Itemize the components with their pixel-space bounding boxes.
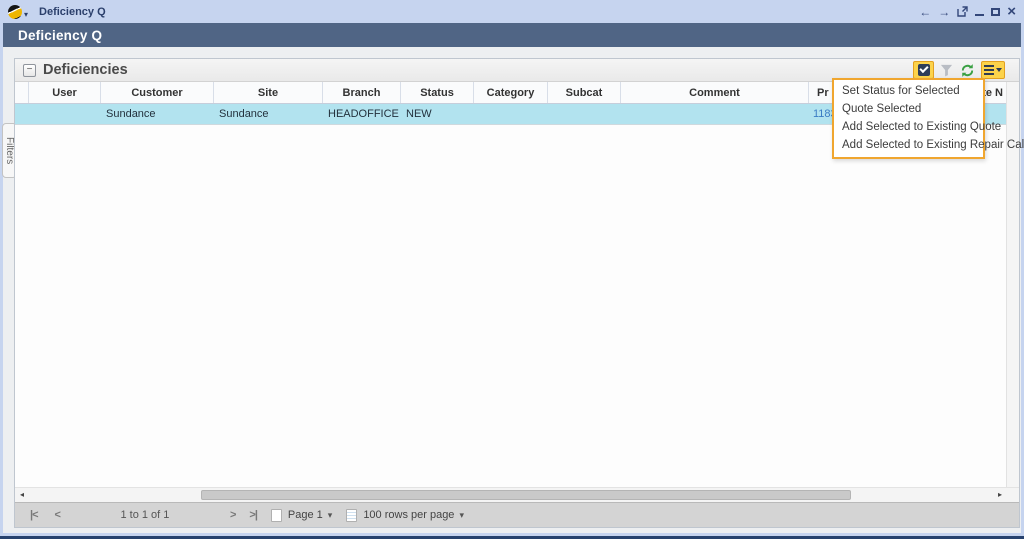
column-header-site[interactable]: Site — [214, 82, 323, 103]
page-title: Deficiency Q — [18, 28, 102, 43]
panel-title: Deficiencies — [43, 62, 128, 78]
page-selector-caret-icon[interactable]: ▾ — [328, 510, 333, 521]
menu-item-add-to-existing-repair-call[interactable]: Add Selected to Existing Repair Call — [834, 136, 983, 154]
column-header-user[interactable]: User — [29, 82, 101, 103]
scroll-right-icon[interactable]: ▸ — [998, 490, 1002, 499]
row-range-label: 1 to 1 of 1 — [70, 509, 220, 521]
actions-menu-button[interactable] — [981, 61, 1005, 79]
cell-subcat — [548, 104, 621, 124]
column-header-subcat[interactable]: Subcat — [548, 82, 621, 103]
rows-per-page-caret-icon[interactable]: ▾ — [459, 510, 464, 521]
column-header-customer[interactable]: Customer — [101, 82, 214, 103]
refresh-button[interactable] — [958, 61, 977, 79]
app-window: ▾ Deficiency Q ← → × Deficiency Q Filter… — [0, 0, 1024, 539]
maximize-icon[interactable] — [991, 8, 1000, 16]
cell-site: Sundance — [214, 104, 323, 124]
column-header-category[interactable]: Category — [474, 82, 548, 103]
page-selector[interactable]: Page 1 — [288, 509, 323, 521]
cell-select[interactable] — [15, 104, 29, 124]
hamburger-icon — [984, 65, 994, 75]
cell-customer: Sundance — [101, 104, 214, 124]
last-page-button[interactable]: >| — [249, 509, 257, 521]
app-logo-icon[interactable] — [8, 5, 22, 19]
next-page-button[interactable]: > — [230, 509, 235, 521]
pagination-bar: |< < 1 to 1 of 1 > >| Page 1 ▾ 100 rows … — [15, 502, 1019, 527]
cell-category — [474, 104, 548, 124]
column-header-select[interactable] — [15, 82, 29, 103]
cell-comment — [621, 104, 809, 124]
multiselect-toggle-button[interactable] — [913, 61, 934, 79]
forward-icon[interactable]: → — [938, 6, 950, 18]
actions-dropdown-menu: Set Status for Selected Quote Selected A… — [832, 78, 985, 159]
refresh-icon — [960, 63, 975, 78]
rows-per-page-icon — [346, 509, 357, 522]
rows-per-page-selector[interactable]: 100 rows per page — [363, 509, 454, 521]
horizontal-scrollbar[interactable]: ◂ ▸ — [15, 487, 1019, 502]
close-icon[interactable]: × — [1007, 4, 1016, 19]
first-page-button[interactable]: |< — [30, 509, 38, 521]
logo-dropdown-caret-icon[interactable]: ▾ — [24, 10, 28, 19]
prev-page-button[interactable]: < — [55, 509, 60, 521]
checked-checkbox-icon — [918, 64, 930, 76]
menu-item-add-to-existing-quote[interactable]: Add Selected to Existing Quote — [834, 118, 983, 136]
popout-icon[interactable] — [957, 6, 968, 17]
cell-status: NEW — [401, 104, 474, 124]
titlebar-title: Deficiency Q — [39, 6, 106, 18]
column-header-branch[interactable]: Branch — [323, 82, 401, 103]
menu-item-set-status[interactable]: Set Status for Selected — [834, 82, 983, 100]
titlebar: ▾ Deficiency Q ← → × — [0, 0, 1024, 23]
scroll-left-icon[interactable]: ◂ — [20, 490, 24, 499]
menu-item-quote-selected[interactable]: Quote Selected — [834, 100, 983, 118]
column-header-status[interactable]: Status — [401, 82, 474, 103]
minimize-icon[interactable] — [975, 7, 984, 16]
window-controls: ← → × — [919, 0, 1016, 23]
cell-user — [29, 104, 101, 124]
page-icon — [271, 509, 282, 522]
page-header: Deficiency Q — [3, 23, 1021, 47]
menu-caret-icon — [996, 68, 1002, 72]
filter-button[interactable] — [938, 61, 954, 79]
cell-branch: HEADOFFICE — [323, 104, 401, 124]
horizontal-scrollbar-thumb[interactable] — [201, 490, 851, 500]
filter-funnel-icon — [940, 64, 953, 77]
collapse-panel-button[interactable]: − — [23, 64, 36, 77]
back-icon[interactable]: ← — [919, 6, 931, 18]
column-header-comment[interactable]: Comment — [621, 82, 809, 103]
panel-toolbar — [913, 61, 1005, 79]
